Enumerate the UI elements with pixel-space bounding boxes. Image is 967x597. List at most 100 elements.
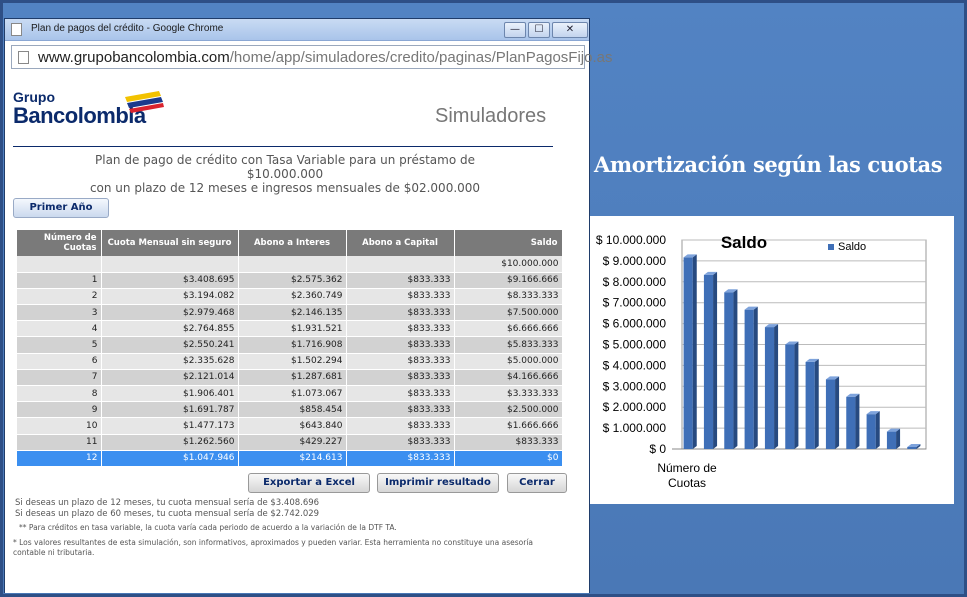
bar-side bbox=[855, 393, 860, 449]
bar-front bbox=[846, 396, 856, 449]
cell-saldo: $9.166.666 bbox=[454, 272, 563, 289]
cell-interes: $1.073.067 bbox=[238, 385, 347, 403]
bar bbox=[846, 393, 860, 449]
cell-interes: $1.716.908 bbox=[238, 336, 347, 354]
column-header-cuotas[interactable]: Número de Cuotas bbox=[17, 230, 102, 256]
bar-side bbox=[794, 341, 799, 449]
table-row[interactable]: 3 $2.979.468 $2.146.135 $833.333 $7.500.000 bbox=[17, 304, 563, 322]
cell-interes bbox=[238, 256, 347, 273]
x-axis-label-line2: Cuotas bbox=[668, 476, 706, 490]
cell-capital: $833.333 bbox=[346, 304, 455, 322]
cell-cuota-mensual: $2.335.628 bbox=[101, 353, 239, 370]
subtitle-line-1: Plan de pago de crédito con Tasa Variabl… bbox=[95, 153, 475, 181]
y-tick-label: $ 3.000.000 bbox=[603, 379, 667, 393]
cell-saldo: $6.666.666 bbox=[454, 320, 563, 338]
table-header-row: Número de Cuotas Cuota Mensual sin segur… bbox=[17, 230, 563, 256]
cell-cuota: 12 bbox=[17, 450, 102, 467]
table-row[interactable]: 7 $2.121.014 $1.287.681 $833.333 $4.166.666 bbox=[17, 369, 563, 387]
note-variable-rate: ** Para créditos en tasa variable, la cu… bbox=[19, 523, 397, 532]
cell-interes: $1.287.681 bbox=[238, 369, 347, 387]
table-row[interactable]: 9 $1.691.787 $858.454 $833.333 $2.500.000 bbox=[17, 401, 563, 419]
cell-capital: $833.333 bbox=[346, 336, 455, 354]
cell-interes: $2.360.749 bbox=[238, 288, 347, 306]
x-axis-label-line1: Número de bbox=[657, 461, 717, 475]
cell-saldo: $1.666.666 bbox=[454, 417, 563, 435]
bar-front bbox=[825, 379, 836, 449]
note-60-months: Si deseas un plazo de 60 meses, tu cuota… bbox=[15, 509, 320, 519]
table-row[interactable]: $10.000.000 bbox=[17, 256, 563, 273]
export-excel-button[interactable]: Exportar a Excel bbox=[248, 473, 370, 493]
cell-capital: $833.333 bbox=[346, 369, 455, 387]
y-tick-label: $ 6.000.000 bbox=[603, 317, 667, 331]
cell-interes: $2.146.135 bbox=[238, 304, 347, 322]
cell-cuota-mensual: $1.477.173 bbox=[101, 417, 239, 435]
cell-cuota: 5 bbox=[17, 336, 102, 354]
bancolombia-logo-icon bbox=[125, 91, 164, 113]
column-header-capital[interactable]: Abono a Capital bbox=[346, 230, 455, 256]
bar bbox=[866, 411, 880, 449]
bar bbox=[886, 428, 901, 449]
y-tick-label: $ 9.000.000 bbox=[603, 254, 667, 268]
primer-ano-button[interactable]: Primer Año bbox=[13, 198, 109, 218]
table-row[interactable]: 12 $1.047.946 $214.613 $833.333 $0 bbox=[17, 450, 563, 467]
cell-cuota: 11 bbox=[17, 434, 102, 451]
cell-cuota: 9 bbox=[17, 401, 102, 419]
bar bbox=[825, 376, 840, 449]
url-host: www.grupobancolombia.com bbox=[38, 49, 230, 66]
window-titlebar[interactable]: Plan de pagos del crédito - Google Chrom… bbox=[5, 19, 589, 41]
column-header-interes[interactable]: Abono a Interes bbox=[238, 230, 347, 256]
column-header-saldo[interactable]: Saldo bbox=[454, 230, 563, 256]
document-icon bbox=[18, 51, 29, 64]
cell-saldo: $8.333.333 bbox=[454, 288, 563, 306]
table-row[interactable]: 10 $1.477.173 $643.840 $833.333 $1.666.666 bbox=[17, 417, 563, 435]
column-header-cuota-mensual[interactable]: Cuota Mensual sin seguro bbox=[101, 230, 239, 256]
table-row[interactable]: 6 $2.335.628 $1.502.294 $833.333 $5.000.000 bbox=[17, 353, 563, 370]
cell-capital: $833.333 bbox=[346, 288, 455, 306]
table-row[interactable]: 11 $1.262.560 $429.227 $833.333 $833.333 bbox=[17, 434, 563, 451]
cell-saldo: $0 bbox=[454, 450, 563, 467]
cell-cuota: 2 bbox=[17, 288, 102, 306]
minimize-button[interactable]: — bbox=[504, 22, 526, 38]
y-tick-label: $ 5.000.000 bbox=[603, 338, 667, 352]
cell-saldo: $5.000.000 bbox=[454, 353, 563, 370]
url-text: www.grupobancolombia.com/home/app/simula… bbox=[38, 49, 613, 66]
maximize-button[interactable]: ☐ bbox=[528, 22, 550, 38]
table-row[interactable]: 8 $1.906.401 $1.073.067 $833.333 $3.333.333 bbox=[17, 385, 563, 403]
cell-cuota-mensual bbox=[101, 256, 239, 273]
chart-svg: $ 0 $ 1.000.000 $ 2.000.000 $ 3.000.000 $ 4.… bbox=[596, 233, 927, 490]
table-row[interactable]: 1 $3.408.695 $2.575.362 $833.333 $9.166.666 bbox=[17, 272, 563, 289]
bar-side bbox=[733, 289, 738, 449]
bar-side bbox=[896, 428, 901, 449]
table-row[interactable]: 2 $3.194.082 $2.360.749 $833.333 $8.333.333 bbox=[17, 288, 563, 306]
amortization-heading: Amortización según las cuotas bbox=[594, 152, 943, 177]
cell-cuota-mensual: $1.691.787 bbox=[101, 401, 239, 419]
bar bbox=[764, 324, 779, 449]
close-window-button[interactable]: ✕ bbox=[552, 22, 588, 38]
cell-cuota: 8 bbox=[17, 385, 102, 403]
bar-front bbox=[907, 447, 917, 449]
cell-capital: $833.333 bbox=[346, 353, 455, 370]
cell-cuota: 10 bbox=[17, 417, 102, 435]
page-content: Grupo Bancolombia Simuladores Plan de pa… bbox=[5, 73, 589, 593]
legend-label: Saldo bbox=[838, 241, 866, 253]
address-bar[interactable]: www.grupobancolombia.com/home/app/simula… bbox=[11, 45, 613, 69]
cell-capital bbox=[346, 256, 455, 273]
legend-swatch bbox=[828, 244, 834, 250]
bar-side bbox=[692, 254, 697, 449]
bar-side bbox=[835, 376, 840, 449]
close-button[interactable]: Cerrar bbox=[507, 473, 567, 493]
table-row[interactable]: 5 $2.550.241 $1.716.908 $833.333 $5.833.333 bbox=[17, 336, 563, 354]
table-row[interactable]: 4 $2.764.855 $1.931.521 $833.333 $6.666.666 bbox=[17, 320, 563, 338]
cell-saldo: $3.333.333 bbox=[454, 385, 563, 403]
simulation-subtitle: Plan de pago de crédito con Tasa Variabl… bbox=[55, 153, 515, 195]
bar-side bbox=[875, 411, 880, 449]
print-result-button[interactable]: Imprimir resultado bbox=[377, 473, 499, 493]
cell-saldo: $4.166.666 bbox=[454, 369, 563, 387]
cell-cuota-mensual: $1.047.946 bbox=[101, 450, 239, 467]
bar bbox=[805, 358, 819, 449]
bar-front bbox=[886, 431, 897, 449]
section-title: Simuladores bbox=[435, 105, 547, 127]
bar bbox=[683, 254, 697, 449]
y-tick-label: $ 1.000.000 bbox=[603, 421, 667, 435]
window-title: Plan de pagos del crédito - Google Chrom… bbox=[31, 23, 224, 34]
